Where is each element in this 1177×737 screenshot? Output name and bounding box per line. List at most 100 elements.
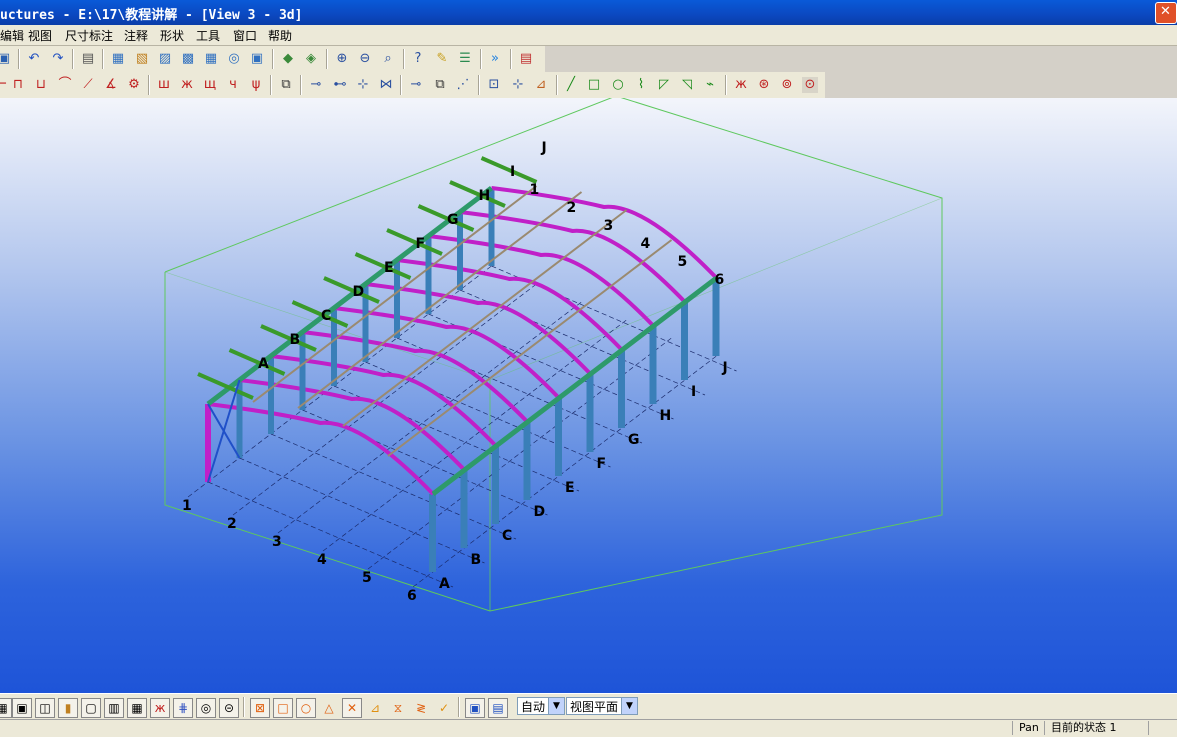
arc-icon[interactable]: ⌒ xyxy=(57,77,73,93)
view-icon-6[interactable]: ◎ xyxy=(226,51,242,67)
view-icon-4[interactable]: ▩ xyxy=(180,51,196,67)
menu-edit[interactable]: 编辑 xyxy=(0,27,24,44)
bracing-beam xyxy=(480,156,538,184)
snap-icon-1[interactable]: ▦ xyxy=(0,698,12,718)
toolbar-separator xyxy=(148,75,150,95)
stiffener-icon-3[interactable]: щ xyxy=(202,77,218,93)
line-icon[interactable]: ╱ xyxy=(563,77,579,93)
model-icon-1[interactable]: ◆ xyxy=(280,51,296,67)
zoom-in-icon[interactable]: ⊕ xyxy=(334,51,350,67)
view-icon-3[interactable]: ▨ xyxy=(157,51,173,67)
polyline-icon[interactable]: ⌇ xyxy=(633,77,649,93)
snap-icon-7[interactable]: ▦ xyxy=(127,698,147,718)
chevron-down-icon: ▼ xyxy=(548,698,564,714)
point-snap-icon-5[interactable]: ✕ xyxy=(342,698,362,718)
snap-icon-2[interactable]: ▣ xyxy=(12,698,32,718)
snap-icon-6[interactable]: ▥ xyxy=(104,698,124,718)
select-icon-1[interactable]: ⊿ xyxy=(533,77,549,93)
plane-icon-1[interactable]: ▣ xyxy=(465,698,485,718)
view-icon-1[interactable]: ▦ xyxy=(110,51,126,67)
rectangle-icon[interactable]: □ xyxy=(586,77,602,93)
menu-annotation[interactable]: 注释 xyxy=(124,27,148,44)
menu-view[interactable]: 视图 xyxy=(28,27,52,44)
list-icon[interactable]: ☰ xyxy=(457,51,473,67)
brace-icon[interactable]: ⟋ xyxy=(80,77,96,93)
snap-icon-9[interactable]: ⋕ xyxy=(173,698,193,718)
grid-label-number: 5 xyxy=(678,254,688,270)
connect-icon[interactable]: ⚙ xyxy=(126,77,142,93)
snap-icon-10[interactable]: ◎ xyxy=(196,698,216,718)
3d-viewport[interactable]: A A B B C C D D E E F F G G H H I I J J 1 1 2 2 3 3 4 4 5 5 6 6 xyxy=(0,95,1177,693)
weld-icon-6[interactable]: ⧉ xyxy=(432,77,448,93)
angle-icon[interactable]: ∡ xyxy=(103,77,119,93)
column-right xyxy=(555,398,562,476)
chamfer-icon-3[interactable]: ⌁ xyxy=(702,77,718,93)
help-icon[interactable]: ? xyxy=(410,51,426,67)
weld-icon-4[interactable]: ⋈ xyxy=(378,77,394,93)
undo-icon[interactable]: ↶ xyxy=(26,51,42,67)
auto-select[interactable]: 自动 ▼ xyxy=(517,697,565,715)
cut-icon[interactable]: ⊹ xyxy=(510,77,526,93)
property-icon[interactable]: ▤ xyxy=(80,51,96,67)
menu-help[interactable]: 帮助 xyxy=(268,27,292,44)
plane-icon-2[interactable]: ▤ xyxy=(488,698,508,718)
plate-icon[interactable]: ⋰ xyxy=(455,77,471,93)
menu-shape[interactable]: 形状 xyxy=(160,27,184,44)
beam-icon[interactable]: ⌐ xyxy=(0,77,10,93)
frame-icon[interactable]: ⊔ xyxy=(33,77,49,93)
auto-select-value: 自动 xyxy=(521,700,546,714)
select-icon-3[interactable]: ⊛ xyxy=(756,77,772,93)
status-state: 目前的状态 1 xyxy=(1044,721,1151,735)
point-snap-icon-2[interactable]: □ xyxy=(273,698,293,718)
status-empty-cell xyxy=(1148,721,1177,735)
snap-icon-3[interactable]: ◫ xyxy=(35,698,55,718)
weld-icon-1[interactable]: ⊸ xyxy=(308,77,324,93)
stiffener-icon-1[interactable]: ш xyxy=(156,77,172,93)
snap-icon-4[interactable]: ▮ xyxy=(58,698,78,718)
point-snap-icon-4[interactable]: △ xyxy=(319,698,339,718)
column-icon[interactable]: ⊓ xyxy=(10,77,26,93)
weld-icon-5[interactable]: ⊸ xyxy=(408,77,424,93)
point-snap-icon-7[interactable]: ⧖ xyxy=(388,698,408,718)
weld-icon-2[interactable]: ⊷ xyxy=(332,77,348,93)
report-icon[interactable]: ▤ xyxy=(518,51,534,67)
zoom-window-icon[interactable]: ⌕ xyxy=(380,51,396,67)
circle-icon[interactable]: ○ xyxy=(610,77,626,93)
chamfer-icon-2[interactable]: ◹ xyxy=(679,77,695,93)
select-icon-4[interactable]: ⊚ xyxy=(779,77,795,93)
point-snap-icon-9[interactable]: ✓ xyxy=(434,698,454,718)
chamfer-icon-1[interactable]: ◸ xyxy=(656,77,672,93)
coordinate-icon[interactable]: ⊡ xyxy=(486,77,502,93)
point-snap-icon-3[interactable]: ○ xyxy=(296,698,316,718)
select-icon-2[interactable]: ж xyxy=(733,77,749,93)
save-icon[interactable]: ▣ xyxy=(0,51,12,67)
redo-icon[interactable]: ↷ xyxy=(50,51,66,67)
menu-dimension[interactable]: 尺寸标注 xyxy=(65,27,113,44)
weld-icon-3[interactable]: ⊹ xyxy=(355,77,371,93)
stiffener-icon-4[interactable]: ч xyxy=(225,77,241,93)
grid-label-letter: D xyxy=(353,284,365,300)
view-icon-2[interactable]: ▧ xyxy=(134,51,150,67)
view-icon-5[interactable]: ▦ xyxy=(203,51,219,67)
zoom-out-icon[interactable]: ⊖ xyxy=(357,51,373,67)
snap-icon-8[interactable]: ж xyxy=(150,698,170,718)
close-window-button[interactable]: ✕ xyxy=(1155,2,1177,24)
macro-icon[interactable]: ✎ xyxy=(434,51,450,67)
point-snap-icon-1[interactable]: ⊠ xyxy=(250,698,270,718)
fast-forward-icon[interactable]: » xyxy=(487,51,503,67)
plane-select[interactable]: 视图平面 ▼ xyxy=(566,697,638,715)
menu-tools[interactable]: 工具 xyxy=(196,27,220,44)
copy-icon[interactable]: ⧉ xyxy=(278,77,294,93)
select-icon-5[interactable]: ⊙ xyxy=(802,77,818,93)
stiffener-icon-2[interactable]: ж xyxy=(179,77,195,93)
point-snap-icon-8[interactable]: ≷ xyxy=(411,698,431,718)
snap-icon-11[interactable]: ⊝ xyxy=(219,698,239,718)
grid-label-letter: B xyxy=(471,552,482,568)
model-icon-2[interactable]: ◈ xyxy=(303,51,319,67)
menu-window[interactable]: 窗口 xyxy=(233,27,257,44)
snap-icon-5[interactable]: ▢ xyxy=(81,698,101,718)
view-icon-7[interactable]: ▣ xyxy=(249,51,265,67)
stiffener-icon-5[interactable]: ψ xyxy=(248,77,264,93)
grid-label-letter: E xyxy=(384,260,394,276)
point-snap-icon-6[interactable]: ⊿ xyxy=(365,698,385,718)
